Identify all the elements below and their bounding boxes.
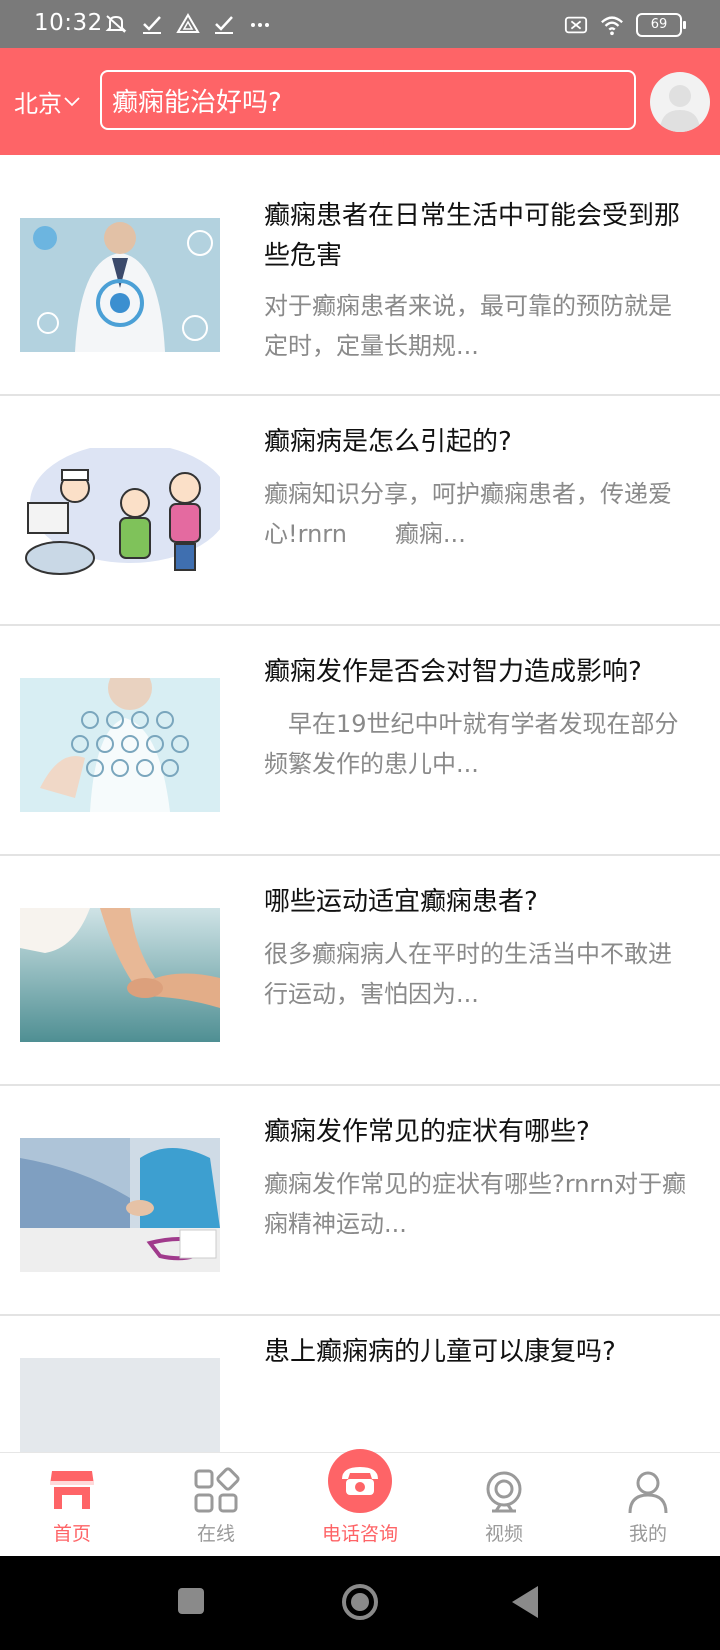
user-silhouette-icon <box>660 85 700 132</box>
article-thumbnail <box>20 1358 220 1452</box>
tab-label: 首页 <box>52 1523 91 1545</box>
tab-label: 在线 <box>196 1523 235 1545</box>
doctor-image <box>20 218 220 352</box>
article-title: 癫痫病是怎么引起的? <box>264 427 512 457</box>
tab-home[interactable]: 首页 <box>0 1453 144 1557</box>
tab-label: 电话咨询 <box>321 1523 398 1545</box>
list-item[interactable]: 癫痫发作是否会对智力造成影响? 早在19世纪中叶就有学者发现在部分频繁发作的患儿… <box>0 616 720 856</box>
search-text: 癫痫能治好吗? <box>112 87 282 118</box>
phone-icon <box>342 1467 378 1495</box>
avatar[interactable] <box>650 72 710 132</box>
status-icons-right: 69 <box>564 12 686 38</box>
list-item[interactable]: 患上癫痫病的儿童可以康复吗? <box>0 1306 720 1452</box>
status-time: 10:32 <box>34 10 103 36</box>
city-selector[interactable]: 北京 <box>14 84 80 119</box>
phone-button[interactable] <box>328 1449 392 1513</box>
list-item[interactable]: 癫痫患者在日常生活中可能会受到那些危害 对于癫痫患者来说，最可靠的预防就是定时，… <box>0 156 720 396</box>
tab-label: 视频 <box>484 1523 523 1545</box>
more-icon <box>251 23 269 27</box>
status-bar: 10:32 69 <box>0 0 720 48</box>
grid-icon <box>194 1467 240 1513</box>
article-summary: 癫痫发作常见的症状有哪些?rnrn对于癫痫精神运动... <box>264 1170 687 1238</box>
article-thumbnail <box>20 448 220 582</box>
mute-icon <box>105 15 127 33</box>
bottom-tab-bar: 首页 在线 电话咨询 视频 我的 <box>0 1449 720 1557</box>
system-nav-bar <box>0 1556 720 1650</box>
battery-icon: 69 <box>636 13 686 37</box>
status-icons-left <box>104 12 272 36</box>
holding-hands-image <box>20 908 220 1042</box>
recent-apps-button[interactable] <box>176 1586 206 1616</box>
chevron-down-icon <box>64 96 80 106</box>
medical-interface-image <box>20 678 220 812</box>
article-thumbnail <box>20 678 220 812</box>
section-heading-partial: 专家资讯 <box>306 134 426 156</box>
article-thumbnail <box>20 1138 220 1272</box>
article-title: 癫痫发作常见的症状有哪些? <box>264 1117 590 1147</box>
list-item[interactable]: 癫痫发作常见的症状有哪些? 癫痫发作常见的症状有哪些?rnrn对于癫痫精神运动.… <box>0 1076 720 1316</box>
city-label: 北京 <box>14 90 62 118</box>
tab-label: 我的 <box>628 1523 667 1545</box>
article-thumbnail <box>20 908 220 1042</box>
tab-phone-consult[interactable]: 电话咨询 <box>288 1449 432 1557</box>
store-icon <box>50 1471 94 1509</box>
list-item[interactable]: 哪些运动适宜癫痫患者? 很多癫痫病人在平时的生活当中不敢进行运动，害怕因为... <box>0 846 720 1086</box>
article-summary: 很多癫痫病人在平时的生活当中不敢进行运动，害怕因为... <box>264 940 672 1008</box>
section-heading-text: 专家资讯 <box>306 134 395 151</box>
article-title: 患上癫痫病的儿童可以康复吗? <box>264 1337 616 1367</box>
sim-off-icon <box>564 16 588 34</box>
home-button[interactable] <box>340 1582 380 1622</box>
list-item[interactable]: 癫痫病是怎么引起的? 癫痫知识分享，呵护癫痫患者，传递爱心!rnrn 癫痫... <box>0 386 720 626</box>
article-title: 癫痫发作是否会对智力造成影响? <box>264 657 642 687</box>
tab-mine[interactable]: 我的 <box>576 1453 720 1557</box>
child-image <box>20 1358 220 1452</box>
tab-online[interactable]: 在线 <box>144 1453 288 1557</box>
back-button[interactable] <box>508 1584 542 1620</box>
check-icon <box>143 16 161 34</box>
user-icon <box>628 1471 668 1514</box>
article-summary: 对于癫痫患者来说，最可靠的预防就是定时，定量长期规... <box>264 292 672 360</box>
video-icon <box>486 1471 522 1513</box>
article-title: 癫痫患者在日常生活中可能会受到那些危害 <box>264 201 681 271</box>
doctor-patient-image <box>20 1138 220 1272</box>
article-thumbnail <box>20 218 220 352</box>
article-summary: 早在19世纪中叶就有学者发现在部分频繁发作的患儿中... <box>264 710 679 778</box>
wifi-icon <box>601 16 623 36</box>
drive-icon <box>176 13 200 33</box>
tab-video[interactable]: 视频 <box>432 1453 576 1557</box>
consultation-illustration <box>20 448 220 582</box>
article-summary: 癫痫知识分享，呵护癫痫患者，传递爱心!rnrn 癫痫... <box>264 480 672 548</box>
check-icon <box>215 16 233 34</box>
article-title: 哪些运动适宜癫痫患者? <box>264 887 538 917</box>
battery-level: 69 <box>650 17 668 32</box>
search-input[interactable]: 癫痫能治好吗? <box>100 70 636 130</box>
